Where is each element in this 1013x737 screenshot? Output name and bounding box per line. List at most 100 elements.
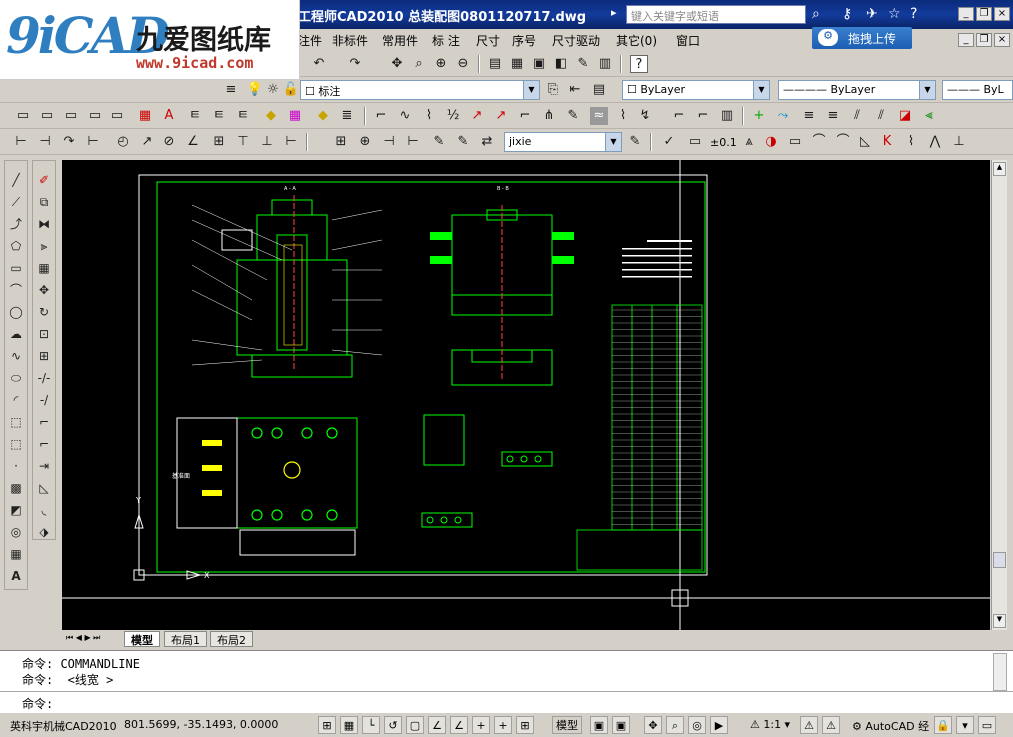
extend-icon[interactable]: -/ bbox=[34, 390, 54, 410]
menu-item[interactable]: 常用件 bbox=[382, 32, 418, 49]
fillet-icon[interactable]: ⌐ bbox=[670, 107, 688, 125]
scale-label[interactable]: ⚠ 1:1 ▾ bbox=[750, 718, 790, 731]
zoom-icon[interactable]: ⌕ bbox=[666, 716, 684, 734]
menu-arrow-icon[interactable]: ▾ bbox=[956, 716, 974, 734]
search-input[interactable]: 键入关键字或短语 bbox=[626, 5, 806, 24]
steering-icon[interactable]: ◎ bbox=[688, 716, 706, 734]
frame-icon[interactable]: ▭ bbox=[14, 107, 32, 125]
tolerance-frame-icon[interactable]: ⊞ bbox=[332, 133, 350, 151]
tolerance2-icon[interactable]: ㅌ bbox=[210, 107, 228, 125]
sequence-icon[interactable]: ↗ bbox=[492, 107, 510, 125]
clean-screen-icon[interactable]: ▭ bbox=[978, 716, 996, 734]
drawing-canvas[interactable]: A - A B - B 基准面 Y X bbox=[62, 160, 990, 630]
menu-item[interactable]: 尺寸 bbox=[476, 32, 500, 49]
k-icon[interactable]: K bbox=[878, 133, 896, 151]
palette-icon[interactable]: ▦ bbox=[286, 107, 304, 125]
center-mark-icon[interactable]: + bbox=[750, 107, 768, 125]
center-icon[interactable]: ⊕ bbox=[356, 133, 374, 151]
key-icon[interactable]: ⚷ bbox=[842, 6, 852, 22]
fence-icon[interactable]: ⫷ bbox=[920, 107, 938, 125]
rect-icon[interactable]: ▭ bbox=[686, 133, 704, 151]
copy-icon[interactable]: ⧉ bbox=[34, 192, 54, 212]
table-icon[interactable]: ▦ bbox=[6, 544, 26, 564]
dim-edit-icon[interactable]: ✎ bbox=[430, 133, 448, 151]
pan-icon[interactable]: ✥ bbox=[388, 55, 406, 73]
linetype-combo[interactable]: ———— ByLayer ▼ bbox=[778, 80, 936, 100]
arc-icon[interactable]: ⌒ bbox=[6, 280, 26, 300]
mtext-icon[interactable]: A bbox=[6, 566, 26, 586]
restore-button[interactable]: ❐ bbox=[976, 7, 992, 21]
make-current-icon[interactable]: ⎘ bbox=[544, 81, 562, 99]
region-icon[interactable]: ◎ bbox=[6, 522, 26, 542]
lock-icon[interactable]: 🔓 bbox=[282, 81, 300, 99]
stretch-icon[interactable]: ⊞ bbox=[34, 346, 54, 366]
dim-text-edit-icon[interactable]: ✎ bbox=[454, 133, 472, 151]
ellipse-arc-icon[interactable]: ◜ bbox=[6, 390, 26, 410]
design-center-icon[interactable]: ▦ bbox=[508, 55, 526, 73]
textstyle-combo[interactable]: jixie ▼ bbox=[504, 132, 622, 152]
menu-item[interactable]: 非标件 bbox=[332, 32, 368, 49]
titleblock-icon[interactable]: ▭ bbox=[38, 107, 56, 125]
circle-icon[interactable]: ◯ bbox=[6, 302, 26, 322]
weld-icon[interactable]: ⩓ bbox=[740, 133, 758, 151]
line-icon[interactable]: ╱ bbox=[6, 170, 26, 190]
arc-dim-icon[interactable]: ↷ bbox=[60, 133, 78, 151]
spline-icon[interactable]: ∿ bbox=[6, 346, 26, 366]
zoom-window-icon[interactable]: ⊕ bbox=[432, 55, 450, 73]
wave-icon[interactable]: ⌇ bbox=[420, 107, 438, 125]
ordinate-icon[interactable]: ⊢ bbox=[84, 133, 102, 151]
layout2-icon[interactable]: ▣ bbox=[612, 716, 630, 734]
offset-icon[interactable]: ⫸ bbox=[34, 236, 54, 256]
tab-nav-icon[interactable]: ⏮ ◀ ▶ ⏭ bbox=[66, 633, 100, 643]
break-point-icon[interactable]: ⌐ bbox=[34, 412, 54, 432]
gradient-icon[interactable]: ◩ bbox=[6, 500, 26, 520]
close-button[interactable]: × bbox=[994, 7, 1010, 21]
break-icon[interactable]: ∿ bbox=[396, 107, 414, 125]
cone-icon[interactable]: ⋀ bbox=[926, 133, 944, 151]
leader-icon[interactable]: ⌐ bbox=[372, 107, 390, 125]
tool-palette-icon[interactable]: ▣ bbox=[530, 55, 548, 73]
lwt-icon[interactable]: + bbox=[494, 716, 512, 734]
layout-icon[interactable]: ▣ bbox=[590, 716, 608, 734]
color-combo[interactable]: ☐ ByLayer ▼ bbox=[622, 80, 770, 100]
polygon-icon[interactable]: ⬠ bbox=[6, 236, 26, 256]
osnap-icon[interactable]: ▢ bbox=[406, 716, 424, 734]
slope-icon[interactable]: ◺ bbox=[856, 133, 874, 151]
doc-restore-button[interactable]: ❐ bbox=[976, 33, 992, 47]
target-icon[interactable]: ◑ bbox=[762, 133, 780, 151]
make-block-icon[interactable]: ⬚ bbox=[6, 434, 26, 454]
doc-minimize-button[interactable]: _ bbox=[958, 33, 974, 47]
update-icon[interactable]: ⇄ bbox=[478, 133, 496, 151]
menu-item[interactable]: 注件 bbox=[298, 32, 322, 49]
schedule-icon[interactable]: ▭ bbox=[108, 107, 126, 125]
sun-icon[interactable]: ☼ bbox=[264, 81, 282, 99]
ducs-icon[interactable]: ∠ bbox=[450, 716, 468, 734]
snap-icon[interactable]: ⊞ bbox=[318, 716, 336, 734]
ortho-icon[interactable]: └ bbox=[362, 716, 380, 734]
layer-combo[interactable]: ☐ 标注 ▼ bbox=[300, 80, 540, 100]
section-icon[interactable]: ⫽ bbox=[848, 107, 866, 125]
list-icon[interactable]: ≣ bbox=[338, 107, 356, 125]
menu-item[interactable]: 尺寸驱动 bbox=[552, 32, 600, 49]
command-prompt[interactable]: 命令: bbox=[22, 695, 53, 712]
minimize-button[interactable]: _ bbox=[958, 7, 974, 21]
datum-icon[interactable]: ⌒ bbox=[810, 133, 828, 151]
jog-icon[interactable]: ↗ bbox=[138, 133, 156, 151]
properties-icon[interactable]: ▤ bbox=[486, 55, 504, 73]
jogged-linear-icon[interactable]: ⊢ bbox=[404, 133, 422, 151]
break-icon[interactable]: ⌐ bbox=[34, 434, 54, 454]
highlight-icon[interactable]: ◆ bbox=[262, 107, 280, 125]
zoom-realtime-icon[interactable]: ⌕ bbox=[410, 55, 428, 73]
baseline-icon[interactable]: ⊤ bbox=[234, 133, 252, 151]
tolerance3-icon[interactable]: ㅌ bbox=[234, 107, 252, 125]
move-icon[interactable]: ✥ bbox=[34, 280, 54, 300]
hatch-icon[interactable]: ▩ bbox=[6, 478, 26, 498]
aligned-dim-icon[interactable]: ⊣ bbox=[36, 133, 54, 151]
menu-item[interactable]: 标 注 bbox=[432, 32, 460, 49]
help-icon[interactable]: ? bbox=[630, 55, 648, 73]
tolerance-icon[interactable]: ㅌ bbox=[186, 107, 204, 125]
point-icon[interactable]: · bbox=[6, 456, 26, 476]
erase-icon[interactable]: ◆ bbox=[314, 107, 332, 125]
spring-icon[interactable]: ⌇ bbox=[614, 107, 632, 125]
dyn-icon[interactable]: + bbox=[472, 716, 490, 734]
